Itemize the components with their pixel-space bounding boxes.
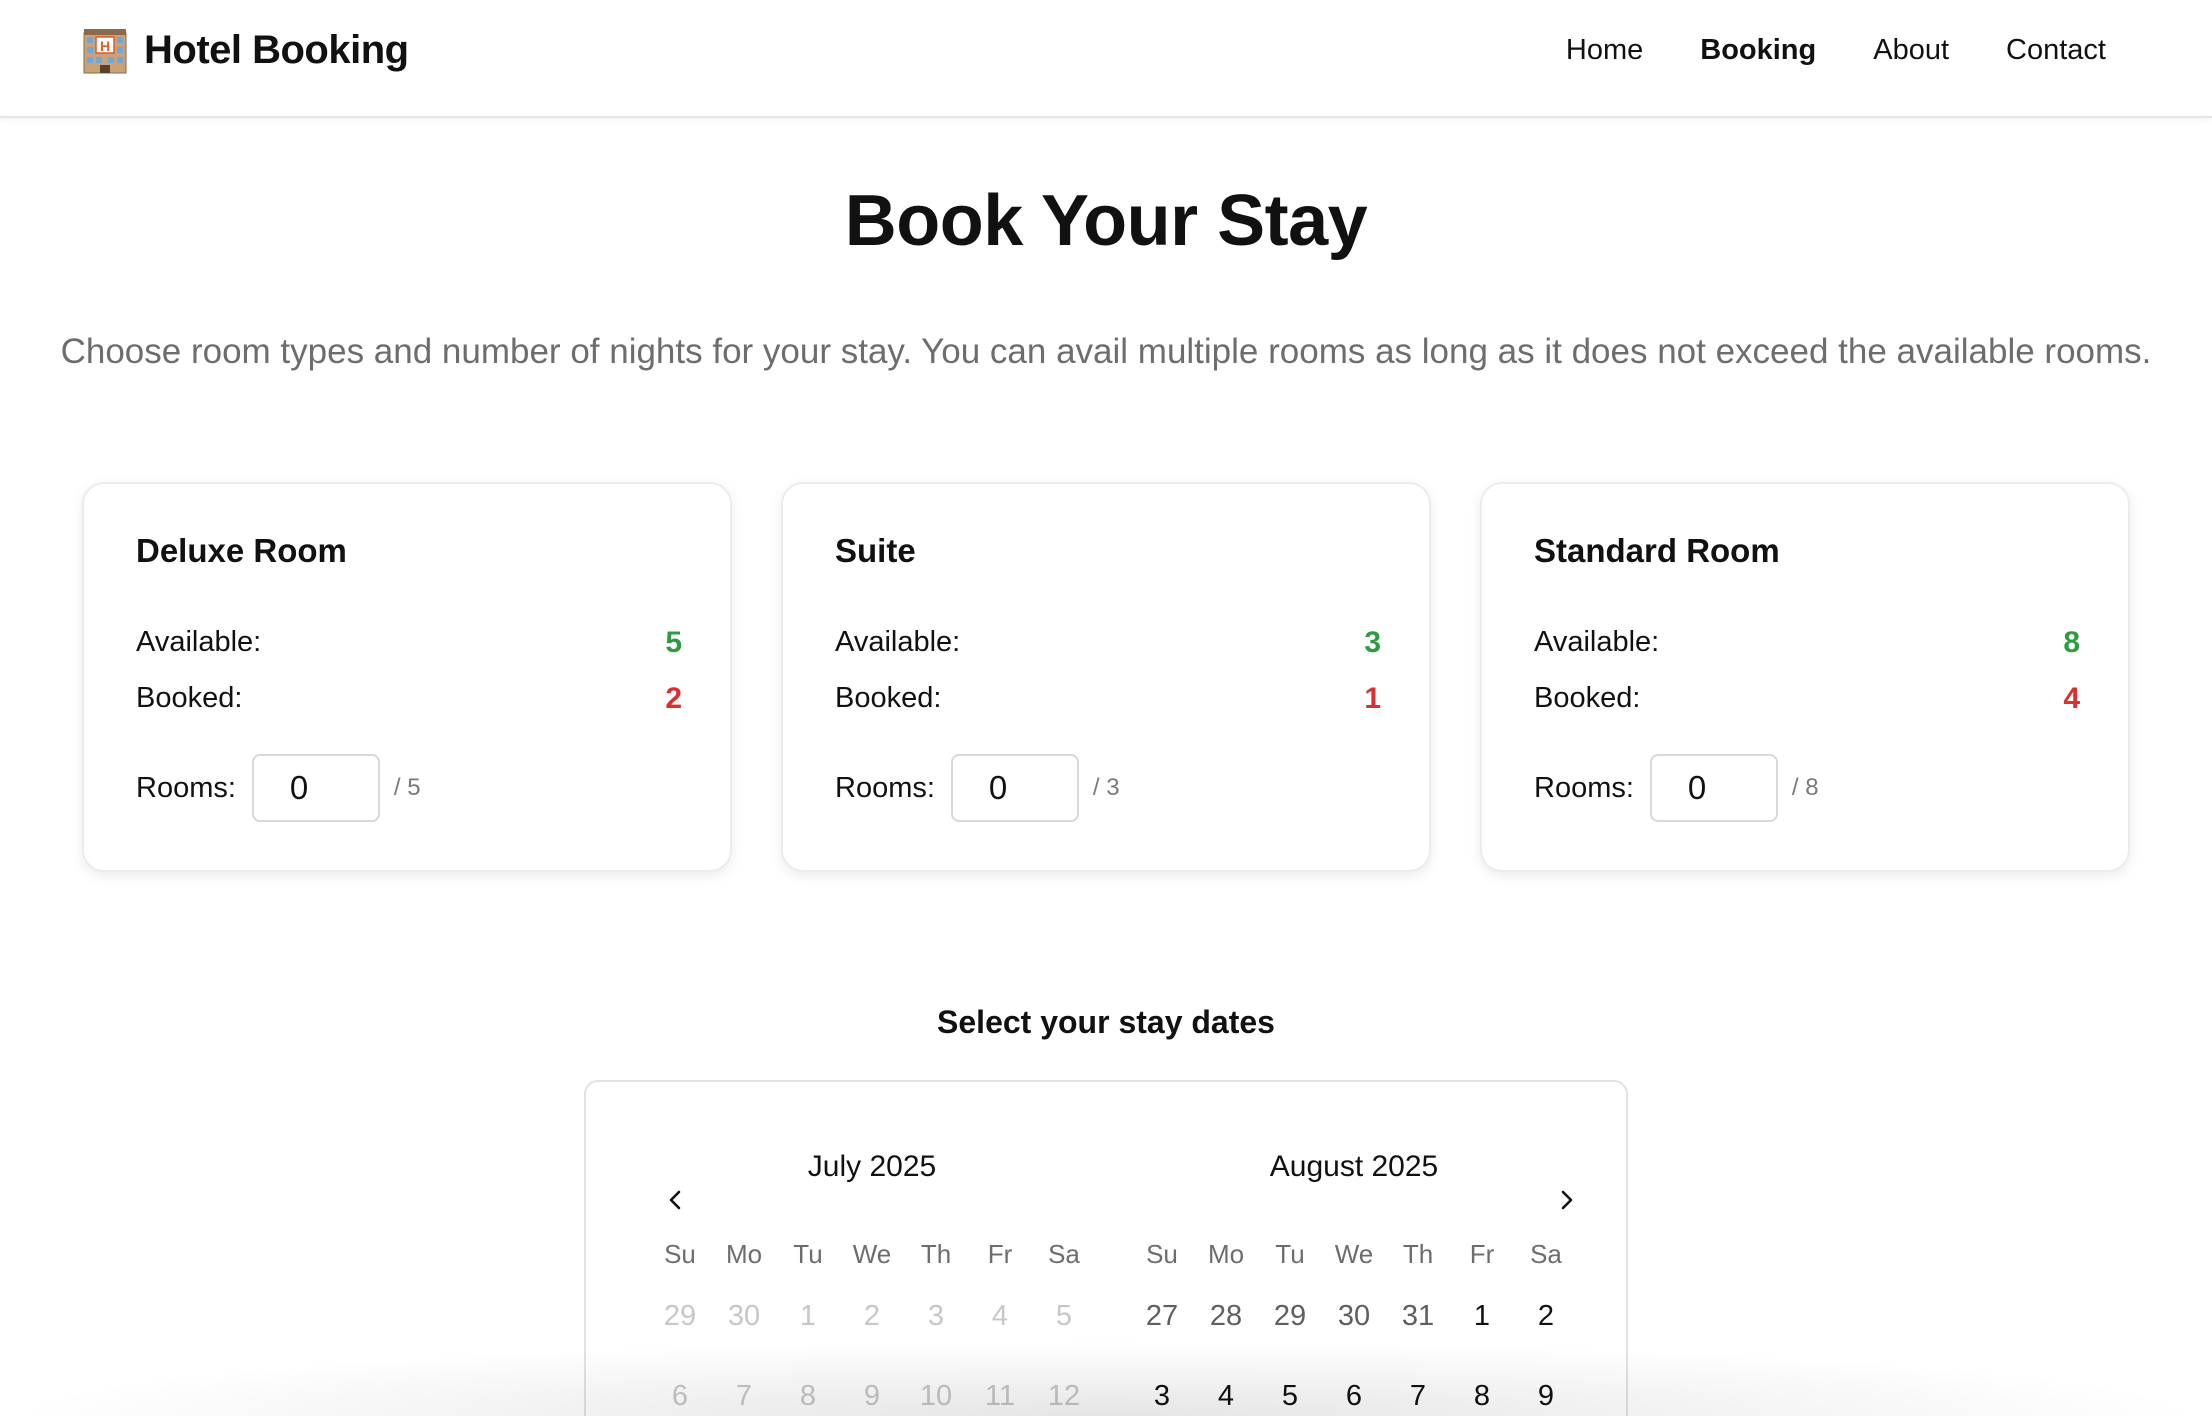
available-count: 8: [2063, 626, 2080, 659]
rooms-selector: Rooms: / 5: [136, 754, 421, 822]
weekday-label: Mo: [725, 1238, 763, 1269]
rooms-max: / 5: [393, 774, 421, 801]
available-label: Available:: [835, 626, 961, 658]
calendar-day: 12: [1047, 1379, 1081, 1412]
rooms-label: Rooms:: [1534, 771, 1634, 804]
rooms-quantity-input[interactable]: [1649, 754, 1778, 822]
booked-label: Booked:: [136, 682, 243, 714]
month-title: July 2025: [807, 1150, 937, 1183]
rooms-selector: Rooms: / 3: [835, 754, 1120, 822]
calendar-day: 4: [991, 1299, 1009, 1332]
calendar-day[interactable]: 29: [1258, 1276, 1322, 1356]
weekday-label: Mo: [1207, 1238, 1245, 1269]
room-title: Standard Room: [1534, 532, 1780, 569]
booked-count: 2: [665, 682, 682, 715]
svg-text:H: H: [100, 38, 110, 54]
calendar-day[interactable]: 30: [1322, 1276, 1386, 1356]
available-row: Available: 5: [136, 626, 682, 660]
available-row: Available: 3: [835, 626, 1381, 660]
page-title: Book Your Stay: [844, 181, 1368, 261]
calendar-day: 7: [735, 1379, 753, 1412]
rooms-quantity-input[interactable]: [950, 754, 1079, 822]
rooms-max: / 3: [1092, 774, 1120, 801]
weekday-label: Tu: [1275, 1238, 1305, 1269]
calendar-day[interactable]: 3: [1130, 1356, 1194, 1416]
calendar-day: 10: [919, 1379, 953, 1412]
calendar-day[interactable]: 27: [1130, 1276, 1194, 1356]
nav-contact[interactable]: Contact: [2006, 28, 2106, 72]
room-card-suite: Suite Available: 3 Booked: 1 Rooms: / 3: [781, 482, 1431, 872]
weekday-label: Sa: [1530, 1238, 1562, 1269]
room-title: Deluxe Room: [136, 532, 347, 569]
rooms-max: / 8: [1791, 774, 1819, 801]
booked-label: Booked:: [1534, 682, 1641, 714]
rooms-quantity-input[interactable]: [251, 754, 380, 822]
booked-row: Booked: 1: [835, 682, 1381, 716]
room-card-deluxe: Deluxe Room Available: 5 Booked: 2 Rooms…: [82, 482, 732, 872]
calendar-day: 9: [863, 1379, 881, 1412]
brand[interactable]: H Hotel Booking: [80, 22, 409, 78]
calendar-day[interactable]: 8: [1450, 1356, 1514, 1416]
booked-row: Booked: 2: [136, 682, 682, 716]
booked-row: Booked: 4: [1534, 682, 2080, 716]
page-subtitle: Choose room types and number of nights f…: [60, 332, 2152, 371]
brand-title: Hotel Booking: [144, 27, 409, 72]
weekday-label: Fr: [1469, 1238, 1495, 1269]
weekday-label: Sa: [1048, 1238, 1080, 1269]
calendar-day: 1: [799, 1299, 817, 1332]
available-count: 3: [1364, 626, 1381, 659]
weekday-label: Tu: [793, 1238, 823, 1269]
weekday-label: Su: [664, 1238, 696, 1269]
calendar-heading: Select your stay dates: [937, 1004, 1275, 1040]
calendar-day[interactable]: 31: [1386, 1276, 1450, 1356]
nav-home[interactable]: Home: [1566, 28, 1643, 72]
available-label: Available:: [1534, 626, 1660, 658]
rooms-label: Rooms:: [136, 771, 236, 804]
calendar-day[interactable]: 2: [1514, 1276, 1578, 1356]
weekday-label: We: [1334, 1238, 1374, 1269]
weekday-label: Fr: [987, 1238, 1013, 1269]
room-title: Suite: [835, 532, 916, 569]
month-title: August 2025: [1269, 1150, 1439, 1183]
calendar-day[interactable]: 5: [1258, 1356, 1322, 1416]
calendar-day[interactable]: 28: [1194, 1276, 1258, 1356]
booked-label: Booked:: [835, 682, 942, 714]
weekday-label: Su: [1146, 1238, 1178, 1269]
calendar-day: 29: [663, 1299, 697, 1332]
month-july: July 2025 Su Mo Tu We Th Fr Sa 29 30 1 2…: [648, 1150, 1096, 1416]
rooms-label: Rooms:: [835, 771, 935, 804]
calendar-day[interactable]: 7: [1386, 1356, 1450, 1416]
day-grid: Su Mo Tu We Th Fr Sa 27 28 29 30 31 1 2 …: [1130, 1232, 1578, 1416]
nav-booking[interactable]: Booking: [1700, 28, 1816, 72]
date-range-calendar: July 2025 Su Mo Tu We Th Fr Sa 29 30 1 2…: [584, 1080, 1628, 1416]
hotel-icon: H: [80, 25, 130, 75]
available-row: Available: 8: [1534, 626, 2080, 660]
booked-count: 4: [2063, 682, 2080, 715]
room-card-standard: Standard Room Available: 8 Booked: 4 Roo…: [1480, 482, 2130, 872]
rooms-selector: Rooms: / 8: [1534, 754, 1819, 822]
booked-count: 1: [1364, 682, 1381, 715]
calendar-day[interactable]: 6: [1322, 1356, 1386, 1416]
calendar-day[interactable]: 9: [1514, 1356, 1578, 1416]
top-navbar: H Hotel Booking Home Booking About Conta…: [0, 0, 2212, 118]
weekday-label: Th: [920, 1238, 952, 1269]
calendar-day[interactable]: 1: [1450, 1276, 1514, 1356]
month-august: August 2025 Su Mo Tu We Th Fr Sa 27 28 2…: [1130, 1150, 1578, 1416]
available-label: Available:: [136, 626, 262, 658]
day-grid: Su Mo Tu We Th Fr Sa 29 30 1 2 3 4 5 6 7…: [648, 1232, 1096, 1416]
calendar-day: 8: [799, 1379, 817, 1412]
calendar-day: 11: [984, 1379, 1016, 1412]
available-count: 5: [665, 626, 682, 659]
calendar-day: 3: [927, 1299, 945, 1332]
main-nav: Home Booking About Contact: [1566, 28, 2106, 72]
weekday-label: Th: [1402, 1238, 1434, 1269]
weekday-label: We: [852, 1238, 892, 1269]
calendar-day: 30: [727, 1299, 761, 1332]
calendar-day: 5: [1055, 1299, 1073, 1332]
calendar-day: 2: [863, 1299, 881, 1332]
calendar-day: 6: [671, 1379, 689, 1412]
nav-about[interactable]: About: [1873, 28, 1949, 72]
calendar-day[interactable]: 4: [1194, 1356, 1258, 1416]
